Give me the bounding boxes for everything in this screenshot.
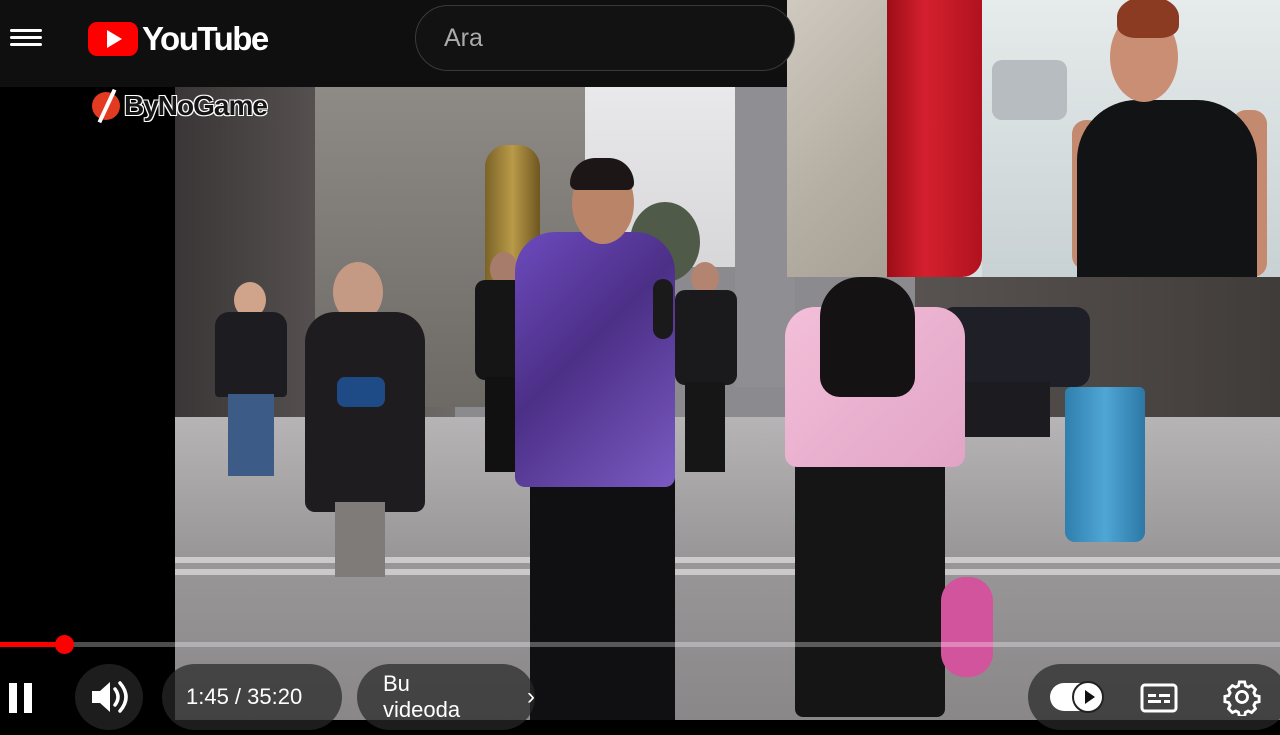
subtitles-button[interactable] [1140, 683, 1178, 713]
progress-bar[interactable] [0, 635, 1280, 654]
time-display: 1:45 / 35:20 [162, 664, 342, 730]
video-pedestrian [210, 282, 290, 482]
volume-button[interactable] [75, 664, 143, 730]
webcam-red-towel [887, 0, 982, 277]
video-interviewee [785, 277, 965, 720]
webcam-hair [1117, 0, 1179, 38]
youtube-play-icon [88, 22, 138, 56]
autoplay-toggle-icon [1072, 681, 1104, 713]
time-text: 1:45 / 35:20 [186, 684, 303, 709]
progress-scrubber[interactable] [55, 635, 74, 654]
webcam-overlay [787, 0, 1280, 277]
settings-button[interactable] [1223, 678, 1261, 718]
video-pink-bag [941, 577, 993, 677]
gear-icon [1223, 680, 1261, 718]
chapter-button[interactable]: Bu videoda › [357, 664, 535, 730]
watermark-text: ByNoGame [124, 90, 268, 121]
youtube-logo[interactable]: YouTube [88, 19, 269, 59]
search-input[interactable] [416, 6, 812, 70]
video-microphone [653, 279, 673, 339]
bynogame-logo-icon [92, 92, 120, 120]
chapter-label: Bu videoda [383, 671, 461, 722]
logo-text: YouTube [142, 20, 269, 57]
video-woman-hijab [295, 256, 435, 577]
autoplay-toggle[interactable] [1050, 681, 1104, 713]
volume-icon [92, 681, 128, 713]
chevron-right-icon: › [527, 683, 535, 710]
player-left-letterbox [0, 87, 175, 720]
webcam-towel-hook [992, 60, 1067, 120]
search-box[interactable] [415, 5, 812, 71]
subtitles-icon [1140, 683, 1178, 713]
pause-icon[interactable] [5, 675, 35, 717]
webcam-streamer [1077, 100, 1257, 277]
hamburger-menu-icon[interactable] [10, 25, 42, 53]
video-interviewer [515, 158, 685, 720]
channel-watermark: ByNoGame [92, 88, 268, 124]
